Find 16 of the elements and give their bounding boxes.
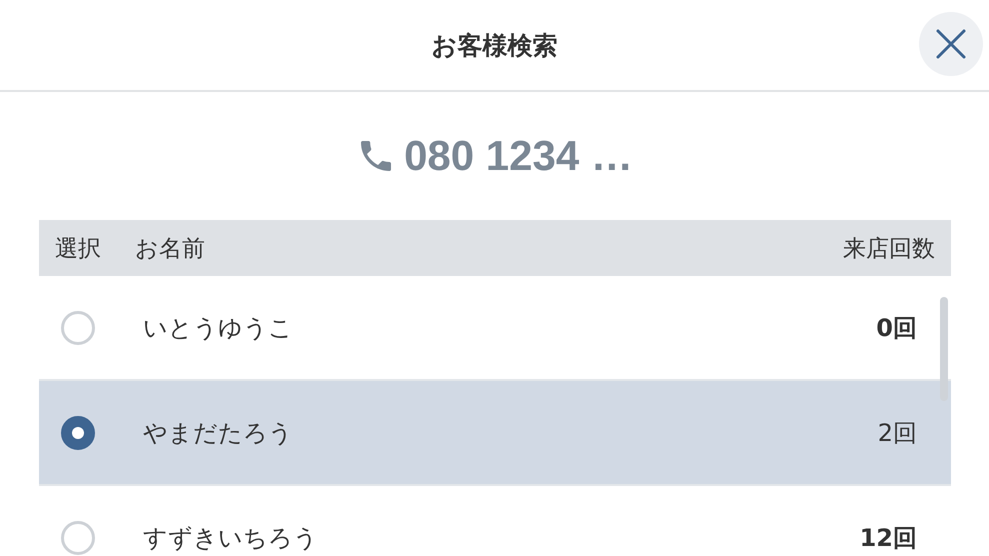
close-icon	[935, 28, 967, 60]
scrollbar[interactable]	[940, 297, 948, 401]
column-header: 来店回数	[843, 234, 935, 264]
visit-count: 2回	[878, 418, 917, 448]
column-header: お名前	[135, 234, 206, 264]
customer-name: やまだたろう	[143, 418, 294, 448]
visit-count: 12回	[860, 522, 917, 554]
customer-name: すずきいちろう	[143, 522, 319, 554]
visit-count: 0回	[876, 312, 917, 344]
radio-button[interactable]	[61, 416, 95, 450]
table-row[interactable]: やまだたろう 2回	[39, 381, 951, 486]
column-header: 選択	[55, 234, 101, 264]
table-row[interactable]: すずきいちろう 12回	[39, 486, 951, 556]
customer-name: いとうゆうこ	[143, 312, 294, 344]
dialog-title: お客様検索	[432, 30, 558, 62]
phone-number: 080 1234 …	[404, 132, 633, 180]
